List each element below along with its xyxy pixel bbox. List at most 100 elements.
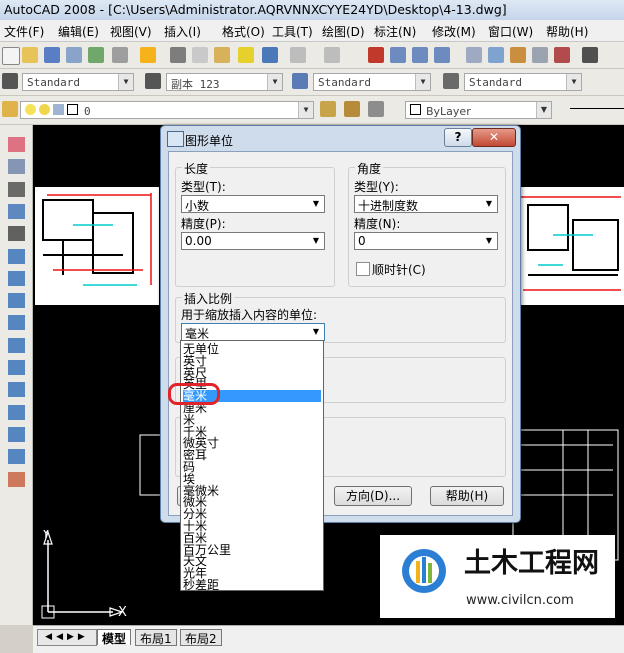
match-properties-icon[interactable] xyxy=(238,47,254,63)
chamfer-icon[interactable] xyxy=(8,426,25,442)
menu-edit[interactable]: 编辑(E) xyxy=(58,23,99,40)
explode-icon[interactable] xyxy=(8,471,25,487)
unit-option[interactable]: 秒差距 xyxy=(183,579,321,591)
angle-precision-select[interactable]: 0 ▼ xyxy=(354,232,498,250)
tool-palettes-icon[interactable] xyxy=(510,47,526,63)
menu-draw[interactable]: 绘图(D) xyxy=(322,23,365,40)
window-title-bar[interactable]: AutoCAD 2008 - [C:\Users\Administrator.A… xyxy=(0,0,624,21)
chevron-down-icon: ▼ xyxy=(312,199,320,208)
menu-view[interactable]: 视图(V) xyxy=(110,23,152,40)
cut-icon[interactable] xyxy=(170,47,186,63)
redo-icon[interactable] xyxy=(324,47,340,63)
menu-modify[interactable]: 修改(M) xyxy=(432,23,476,40)
undo-icon[interactable] xyxy=(290,47,306,63)
block-editor-icon[interactable] xyxy=(262,47,278,63)
tab-navigation-arrows[interactable]: ◀◀▶▶ xyxy=(37,629,97,646)
zoom-previous-icon[interactable] xyxy=(434,47,450,63)
length-precision-select[interactable]: 0.00 ▼ xyxy=(181,232,325,250)
open-icon[interactable] xyxy=(22,47,38,63)
array-icon[interactable] xyxy=(8,226,25,242)
paste-icon[interactable] xyxy=(214,47,230,63)
erase-icon[interactable] xyxy=(8,137,25,152)
direction-button[interactable]: 方向(D)... xyxy=(334,486,412,506)
window-title: AutoCAD 2008 - [C:\Users\Administrator.A… xyxy=(4,2,507,17)
unit-option[interactable]: 米 xyxy=(183,414,321,426)
color-combo[interactable]: ByLayer ▼ xyxy=(405,101,552,119)
mleader-style-combo[interactable]: Standard ▼ xyxy=(464,73,582,91)
offset-icon[interactable] xyxy=(8,203,25,219)
mirror-icon[interactable] xyxy=(8,181,25,197)
insertion-units-select[interactable]: 毫米 ▼ xyxy=(181,323,325,341)
save-icon[interactable] xyxy=(44,47,60,63)
menu-window[interactable]: 窗口(W) xyxy=(488,23,533,40)
lock-icon xyxy=(53,104,64,115)
join-icon[interactable] xyxy=(8,404,25,420)
unit-option[interactable]: 英寸 xyxy=(183,355,321,367)
fillet-icon[interactable] xyxy=(8,449,25,465)
menu-dimension[interactable]: 标注(N) xyxy=(374,23,416,40)
menu-file[interactable]: 文件(F) xyxy=(4,23,44,40)
clockwise-checkbox[interactable] xyxy=(356,262,370,276)
unit-option[interactable]: 码 xyxy=(183,461,321,473)
dim-style-icon[interactable] xyxy=(145,73,161,89)
unit-option[interactable]: 埃 xyxy=(183,473,321,485)
watermark-name: 土木工程网 xyxy=(464,548,599,579)
tab-layout1[interactable]: 布局1 xyxy=(135,629,177,646)
markup-icon[interactable] xyxy=(554,47,570,63)
layer-manager-icon[interactable] xyxy=(2,101,18,117)
length-type-select[interactable]: 小数 ▼ xyxy=(181,195,325,213)
mleader-style-icon[interactable] xyxy=(443,73,459,89)
publish-icon[interactable] xyxy=(112,47,128,63)
dialog-close-button[interactable]: ✕ xyxy=(472,128,516,147)
angle-type-select[interactable]: 十进制度数 ▼ xyxy=(354,195,498,213)
plot-icon[interactable] xyxy=(66,47,82,63)
extend-icon[interactable] xyxy=(8,360,25,375)
tab-layout2[interactable]: 布局2 xyxy=(180,629,222,646)
dim-style-combo[interactable]: 副本 123 ▼ xyxy=(166,73,283,91)
insertion-units-dropdown-list[interactable]: 无单位 英寸 英尺 英里 毫米 厘米米千米 微英寸 密耳码埃毫微米 微米 分米 十米 百米 百万公里 天文… xyxy=(180,340,324,591)
layer-states-icon[interactable] xyxy=(368,101,384,117)
zoom-realtime-icon[interactable] xyxy=(390,47,406,63)
dialog-help-button[interactable]: ? xyxy=(444,128,472,147)
move-icon[interactable] xyxy=(8,248,25,264)
calculator-icon[interactable] xyxy=(582,47,598,63)
rotate-icon[interactable] xyxy=(8,270,25,286)
tab-model[interactable]: 模型 xyxy=(97,629,132,646)
menu-insert[interactable]: 插入(I) xyxy=(164,23,201,40)
text-style-icon[interactable] xyxy=(2,73,18,89)
pan-icon[interactable] xyxy=(368,47,384,63)
new-icon[interactable] xyxy=(2,47,20,65)
sheet-set-icon[interactable] xyxy=(532,47,548,63)
scale-icon[interactable] xyxy=(8,293,25,309)
copy-object-icon[interactable] xyxy=(8,159,25,175)
layer-combo[interactable]: 0 ▼ xyxy=(20,101,314,119)
break-icon[interactable] xyxy=(8,382,25,398)
menu-tools[interactable]: 工具(T) xyxy=(272,23,313,40)
mleader-style-value: Standard xyxy=(469,76,522,89)
table-style-icon[interactable] xyxy=(292,73,308,89)
text-style-combo[interactable]: Standard ▼ xyxy=(22,73,134,91)
properties-icon[interactable] xyxy=(466,47,482,63)
menu-help[interactable]: 帮助(H) xyxy=(546,23,588,40)
chevron-down-icon: ▼ xyxy=(312,236,320,245)
layer-previous-icon[interactable] xyxy=(344,101,360,117)
copy-icon[interactable] xyxy=(192,47,208,63)
unit-option[interactable]: 百米 xyxy=(183,532,321,544)
highlight-circle xyxy=(168,383,220,405)
make-current-layer-icon[interactable] xyxy=(320,101,336,117)
stretch-icon[interactable] xyxy=(8,315,25,331)
3d-dwf-icon[interactable] xyxy=(140,47,156,63)
table-style-combo[interactable]: Standard ▼ xyxy=(313,73,431,91)
menu-format[interactable]: 格式(O) xyxy=(222,23,265,40)
trim-icon[interactable] xyxy=(8,337,25,353)
plot-preview-icon[interactable] xyxy=(88,47,104,63)
color-swatch-icon xyxy=(67,104,78,115)
zoom-window-icon[interactable] xyxy=(412,47,428,63)
help-button[interactable]: 帮助(H) xyxy=(430,486,504,506)
linetype-preview xyxy=(570,108,624,109)
layer-name: 0 xyxy=(84,105,91,118)
design-center-icon[interactable] xyxy=(488,47,504,63)
angle-group-label: 角度 xyxy=(355,160,384,177)
chevron-down-icon: ▼ xyxy=(267,74,282,90)
unit-option[interactable]: 密耳 xyxy=(183,449,321,461)
